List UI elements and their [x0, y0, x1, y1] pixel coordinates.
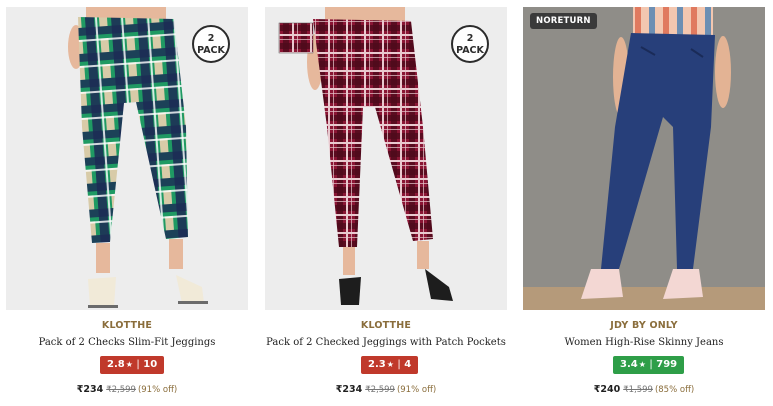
discount-label: (91% off) [396, 385, 437, 395]
product-card[interactable]: 2 PACK KLOTTHE Pack of 2 Checked Jegging… [265, 7, 507, 403]
pack-badge: 2 PACK [192, 25, 230, 63]
rating-badge: 2.3★ | 4 [361, 356, 419, 374]
product-title[interactable]: Pack of 2 Checks Slim-Fit Jeggings [6, 337, 248, 348]
product-title[interactable]: Pack of 2 Checked Jeggings with Patch Po… [265, 337, 507, 348]
product-card[interactable]: NORETURN JDY BY ONLY Women High-Rise Ski… [523, 7, 765, 403]
mrp-price: ₹2,599 [106, 385, 136, 395]
selling-price: ₹234 [335, 384, 363, 395]
product-image[interactable]: 2 PACK [6, 7, 248, 310]
selling-price: ₹234 [76, 384, 104, 395]
rating-separator: | [649, 359, 653, 370]
price-row: ₹234 ₹2,599 (91% off) [6, 384, 248, 395]
pack-badge-count: 2 [466, 33, 474, 44]
review-count: 4 [404, 359, 412, 370]
review-count: 799 [656, 359, 678, 370]
discount-label: (85% off) [654, 385, 695, 395]
product-title[interactable]: Women High-Rise Skinny Jeans [523, 337, 765, 348]
product-card[interactable]: 2 PACK KLOTTHE Pack of 2 Checks Slim-Fit… [6, 7, 248, 403]
pack-badge: 2 PACK [451, 25, 489, 63]
rating-separator: | [397, 359, 401, 370]
discount-label: (91% off) [137, 385, 178, 395]
brand-name[interactable]: JDY BY ONLY [523, 320, 765, 331]
selling-price: ₹240 [593, 384, 621, 395]
pack-badge-count: 2 [207, 33, 215, 44]
mrp-price: ₹2,599 [365, 385, 395, 395]
rating-value: 2.8 [107, 359, 125, 370]
review-count: 10 [143, 359, 158, 370]
product-image[interactable]: 2 PACK [265, 7, 507, 310]
rating-badge: 3.4★ | 799 [613, 356, 685, 374]
rating-separator: | [136, 359, 140, 370]
noreturn-tag: NORETURN [530, 13, 597, 29]
rating-value: 2.3 [368, 359, 386, 370]
product-image[interactable]: NORETURN [523, 7, 765, 310]
rating-value: 3.4 [620, 359, 638, 370]
mrp-price: ₹1,599 [623, 385, 653, 395]
brand-name[interactable]: KLOTTHE [265, 320, 507, 331]
price-row: ₹234 ₹2,599 (91% off) [265, 384, 507, 395]
star-icon: ★ [125, 360, 133, 369]
star-icon: ★ [638, 360, 646, 369]
brand-name[interactable]: KLOTTHE [6, 320, 248, 331]
pack-badge-label: PACK [456, 45, 484, 56]
star-icon: ★ [386, 360, 394, 369]
rating-badge: 2.8★ | 10 [100, 356, 165, 374]
price-row: ₹240 ₹1,599 (85% off) [523, 384, 765, 395]
pack-badge-label: PACK [197, 45, 225, 56]
